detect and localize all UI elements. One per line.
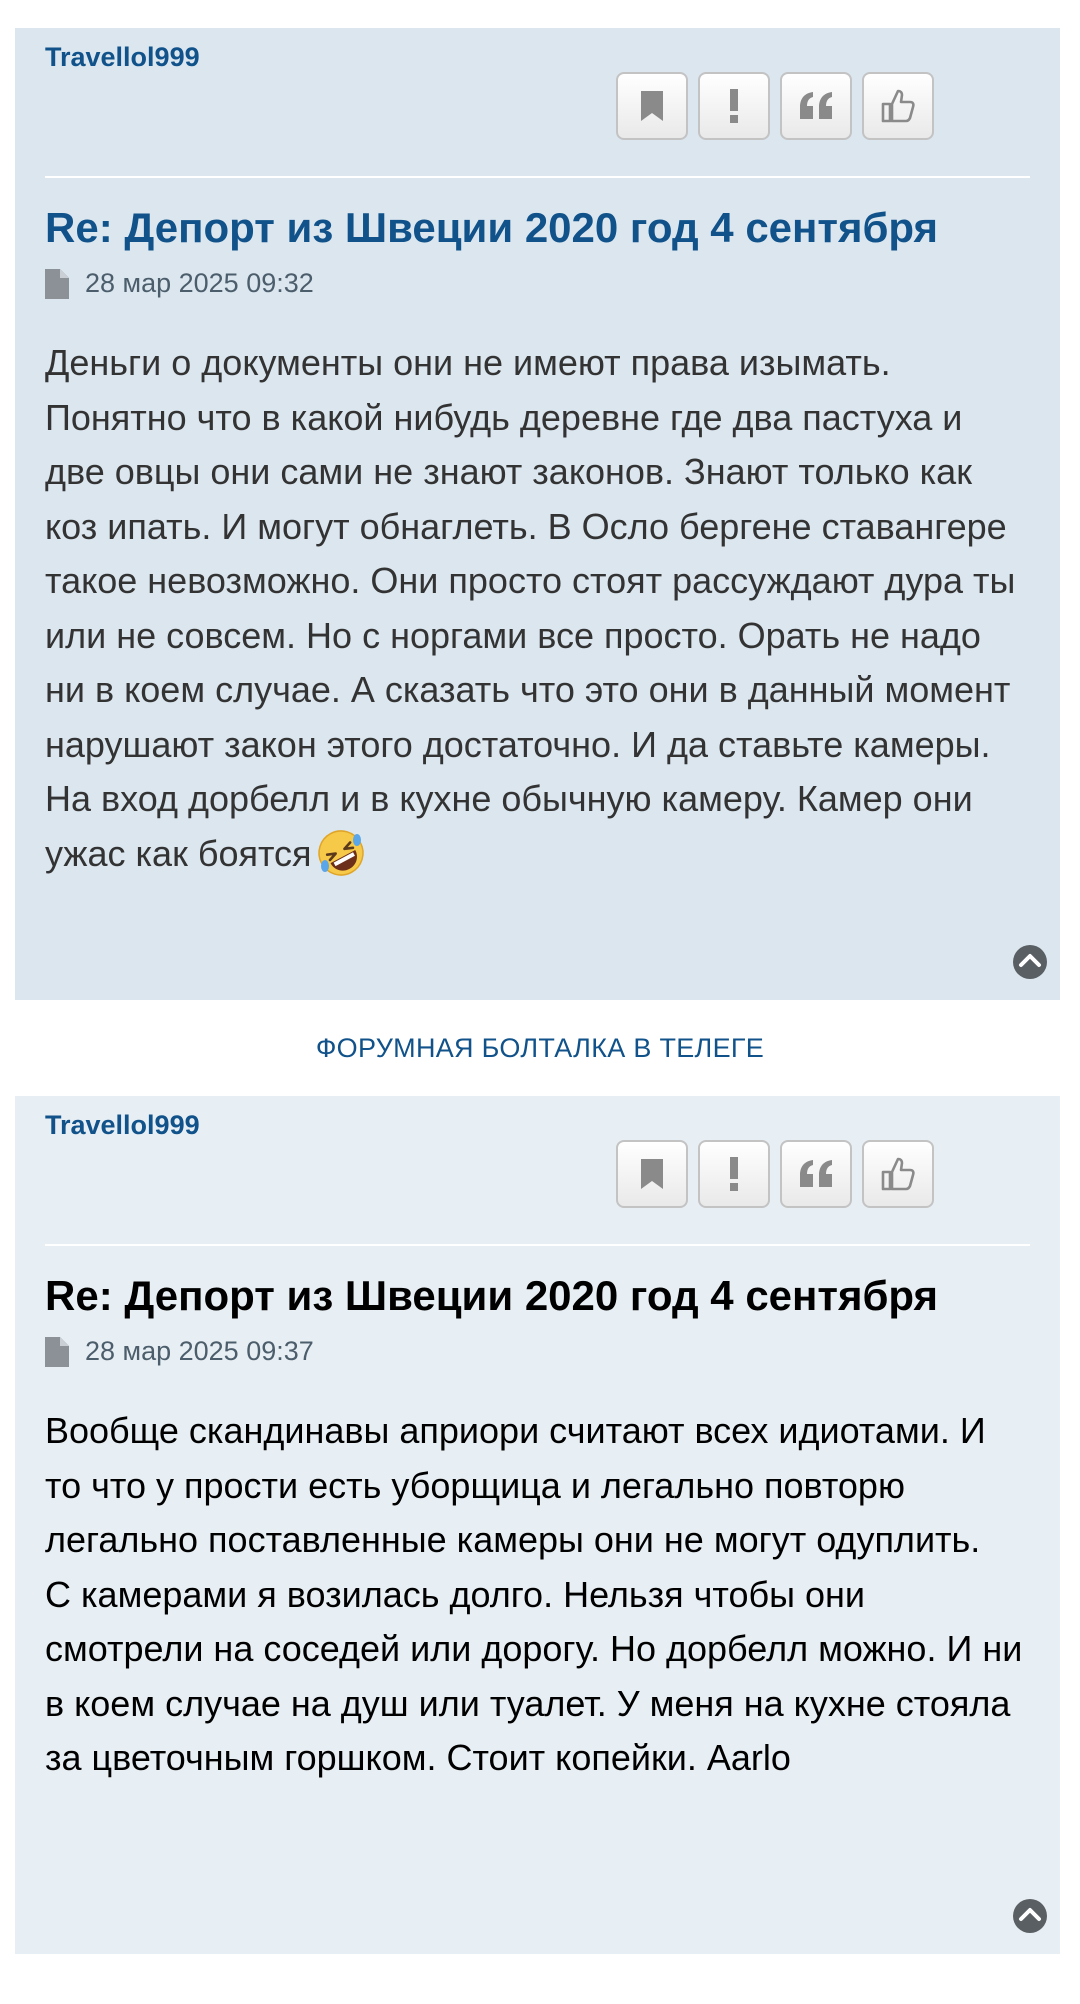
- post-2: Travellol999 Re: Депорт из Швеции 2020 г…: [15, 1096, 1060, 1954]
- post-content-text: Деньги о документы они не имеют права из…: [45, 342, 1016, 874]
- post-divider: [45, 1244, 1030, 1246]
- post-content: Вообще скандинавы априори считают всех и…: [45, 1404, 1024, 1786]
- file-icon: [45, 268, 69, 299]
- post-author-link[interactable]: Travellol999: [45, 42, 200, 73]
- post-date: 28 мар 2025 09:37: [85, 1336, 314, 1366]
- post-content-text: Вообще скандинавы априори считают всех и…: [45, 1410, 1023, 1778]
- telegram-chat-link[interactable]: ФОРУМНАЯ БОЛТАЛКА В ТЕЛЕГЕ: [0, 1033, 1080, 1064]
- post-meta: 28 мар 2025 09:32: [45, 268, 314, 299]
- quote-button[interactable]: [780, 1140, 852, 1208]
- quote-icon: [800, 1160, 832, 1187]
- report-button[interactable]: [698, 72, 770, 140]
- post-title[interactable]: Re: Депорт из Швеции 2020 год 4 сентября: [45, 1270, 938, 1322]
- bookmark-icon: [641, 1159, 663, 1189]
- bookmark-button[interactable]: [616, 72, 688, 140]
- quote-button[interactable]: [780, 72, 852, 140]
- bookmark-icon: [641, 91, 663, 121]
- post-title[interactable]: Re: Депорт из Швеции 2020 год 4 сентября: [45, 202, 938, 254]
- post-author-link[interactable]: Travellol999: [45, 1110, 200, 1141]
- rolling-on-floor-laughing-emoji: [317, 829, 364, 876]
- post-divider: [45, 176, 1030, 178]
- post-meta: 28 мар 2025 09:37: [45, 1336, 314, 1367]
- report-button[interactable]: [698, 1140, 770, 1208]
- file-icon: [45, 1336, 69, 1367]
- post-action-buttons: [616, 1140, 934, 1208]
- like-button[interactable]: [862, 1140, 934, 1208]
- bookmark-button[interactable]: [616, 1140, 688, 1208]
- report-icon: [730, 89, 738, 123]
- like-icon: [881, 1157, 915, 1191]
- post-date: 28 мар 2025 09:32: [85, 268, 314, 298]
- post-content: Деньги о документы они не имеют права из…: [45, 336, 1024, 881]
- like-button[interactable]: [862, 72, 934, 140]
- back-to-top-icon[interactable]: [1012, 944, 1048, 980]
- post-action-buttons: [616, 72, 934, 140]
- like-icon: [881, 89, 915, 123]
- quote-icon: [800, 92, 832, 119]
- post-1: Travellol999 Re: Депорт из Швеции 2020 г…: [15, 28, 1060, 1000]
- back-to-top-icon[interactable]: [1012, 1898, 1048, 1934]
- report-icon: [730, 1157, 738, 1191]
